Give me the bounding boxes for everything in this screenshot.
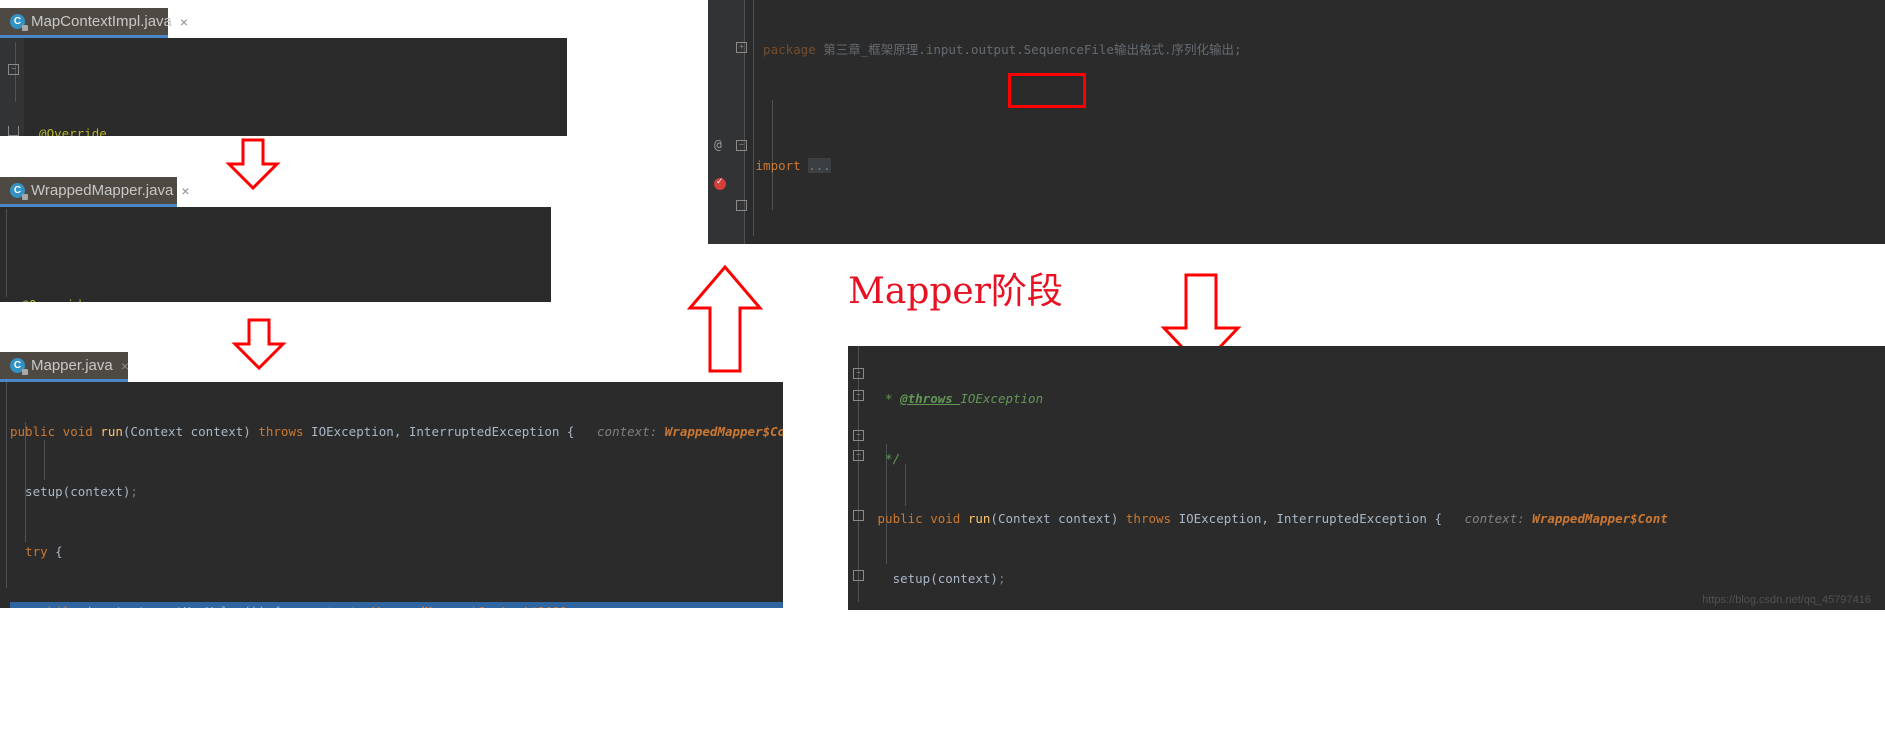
code-line: @Override: [24, 124, 567, 136]
editor-sequence-file-mapper[interactable]: @ + − package 第三章_框架原理.input.output.Sequ…: [708, 0, 1885, 244]
code-line: @Override: [14, 295, 551, 302]
inline-hint-name: context:: [296, 604, 371, 608]
fold-end-icon[interactable]: [853, 510, 864, 521]
inline-hint-value: WrappedMapper$Context@3092: [371, 604, 567, 608]
inline-hint-name: context:: [1457, 511, 1533, 526]
arrow-down-mapcontext-to-wrappedmapper: [225, 138, 281, 190]
indent-guide: [6, 382, 7, 588]
arrow-up-mapper-to-sequencefilemapper: [686, 264, 764, 373]
java-class-icon: C: [10, 183, 28, 200]
fold-collapse-icon[interactable]: −: [853, 368, 864, 379]
editor-wrapped-mapper[interactable]: @Override public boolean nextKeyValue() …: [0, 207, 551, 302]
code-line: import ...: [748, 158, 831, 173]
code-line: try {: [10, 544, 63, 559]
code-line-highlighted: while (context.nextKeyValue()) { context…: [10, 602, 783, 608]
indent-guide: [858, 346, 859, 602]
java-class-icon: C: [10, 14, 28, 31]
inline-hint-value: WrappedMapper$Context@3092: [664, 424, 783, 439]
fold-collapse-icon[interactable]: −: [853, 430, 864, 441]
code-line: */: [870, 451, 901, 466]
red-highlight-box-mapper-generic: [1008, 73, 1086, 108]
code-line: package 第三章_框架原理.input.output.SequenceFi…: [748, 42, 1242, 57]
indent-guide: [6, 209, 7, 297]
close-icon[interactable]: ×: [180, 14, 188, 30]
mapper-stage-label: Mapper阶段: [848, 271, 1063, 312]
editor-mapper-right[interactable]: − − − − * @throws IOException */ public …: [848, 346, 1885, 610]
code-line: setup(context);: [870, 571, 1006, 586]
fold-collapse-icon[interactable]: −: [853, 390, 864, 401]
fold-end-icon[interactable]: [8, 126, 19, 136]
fold-collapse-icon[interactable]: −: [736, 140, 747, 151]
fold-expand-import-icon[interactable]: +: [736, 42, 747, 53]
tab-mapper-left[interactable]: C Mapper.java ×: [0, 352, 129, 382]
editor-map-context-impl[interactable]: − @Override public boolean nextKeyValue(…: [0, 38, 567, 136]
editor-mapper-left[interactable]: public void run(Context context) throws …: [0, 382, 783, 608]
java-class-icon: C: [10, 358, 28, 375]
code-line: public void run(Context context) throws …: [870, 511, 1668, 526]
breakpoint-icon[interactable]: [714, 176, 726, 190]
fold-collapse-icon[interactable]: −: [8, 64, 19, 75]
close-icon[interactable]: ×: [121, 358, 129, 374]
code-line: setup(context);: [10, 484, 138, 499]
tab-label: MapContextImpl.java: [31, 13, 172, 30]
at-sign-icon: @: [714, 138, 722, 153]
fold-end-icon[interactable]: [736, 200, 747, 211]
close-icon[interactable]: ×: [181, 183, 189, 199]
inline-hint-value: WrappedMapper$Cont: [1532, 511, 1668, 526]
annotation-override: @Override: [24, 126, 107, 136]
tab-map-context-impl[interactable]: C MapContextImpl.java ×: [0, 8, 188, 38]
watermark-text: https://blog.csdn.net/qq_45797416: [1702, 594, 1871, 606]
editor-gutter[interactable]: [0, 38, 24, 136]
arrow-down-wrappedmapper-to-mapper: [231, 318, 287, 370]
inline-hint-name: context:: [589, 424, 665, 439]
code-line: * @throws IOException: [870, 391, 1044, 406]
tab-label: WrappedMapper.java: [31, 182, 174, 199]
fold-end-icon[interactable]: [853, 570, 864, 581]
fold-collapse-icon[interactable]: −: [853, 450, 864, 461]
tab-label: Mapper.java: [31, 357, 113, 374]
code-line: public void run(Context context) throws …: [10, 422, 783, 442]
tab-wrapped-mapper[interactable]: C WrappedMapper.java ×: [0, 177, 190, 207]
